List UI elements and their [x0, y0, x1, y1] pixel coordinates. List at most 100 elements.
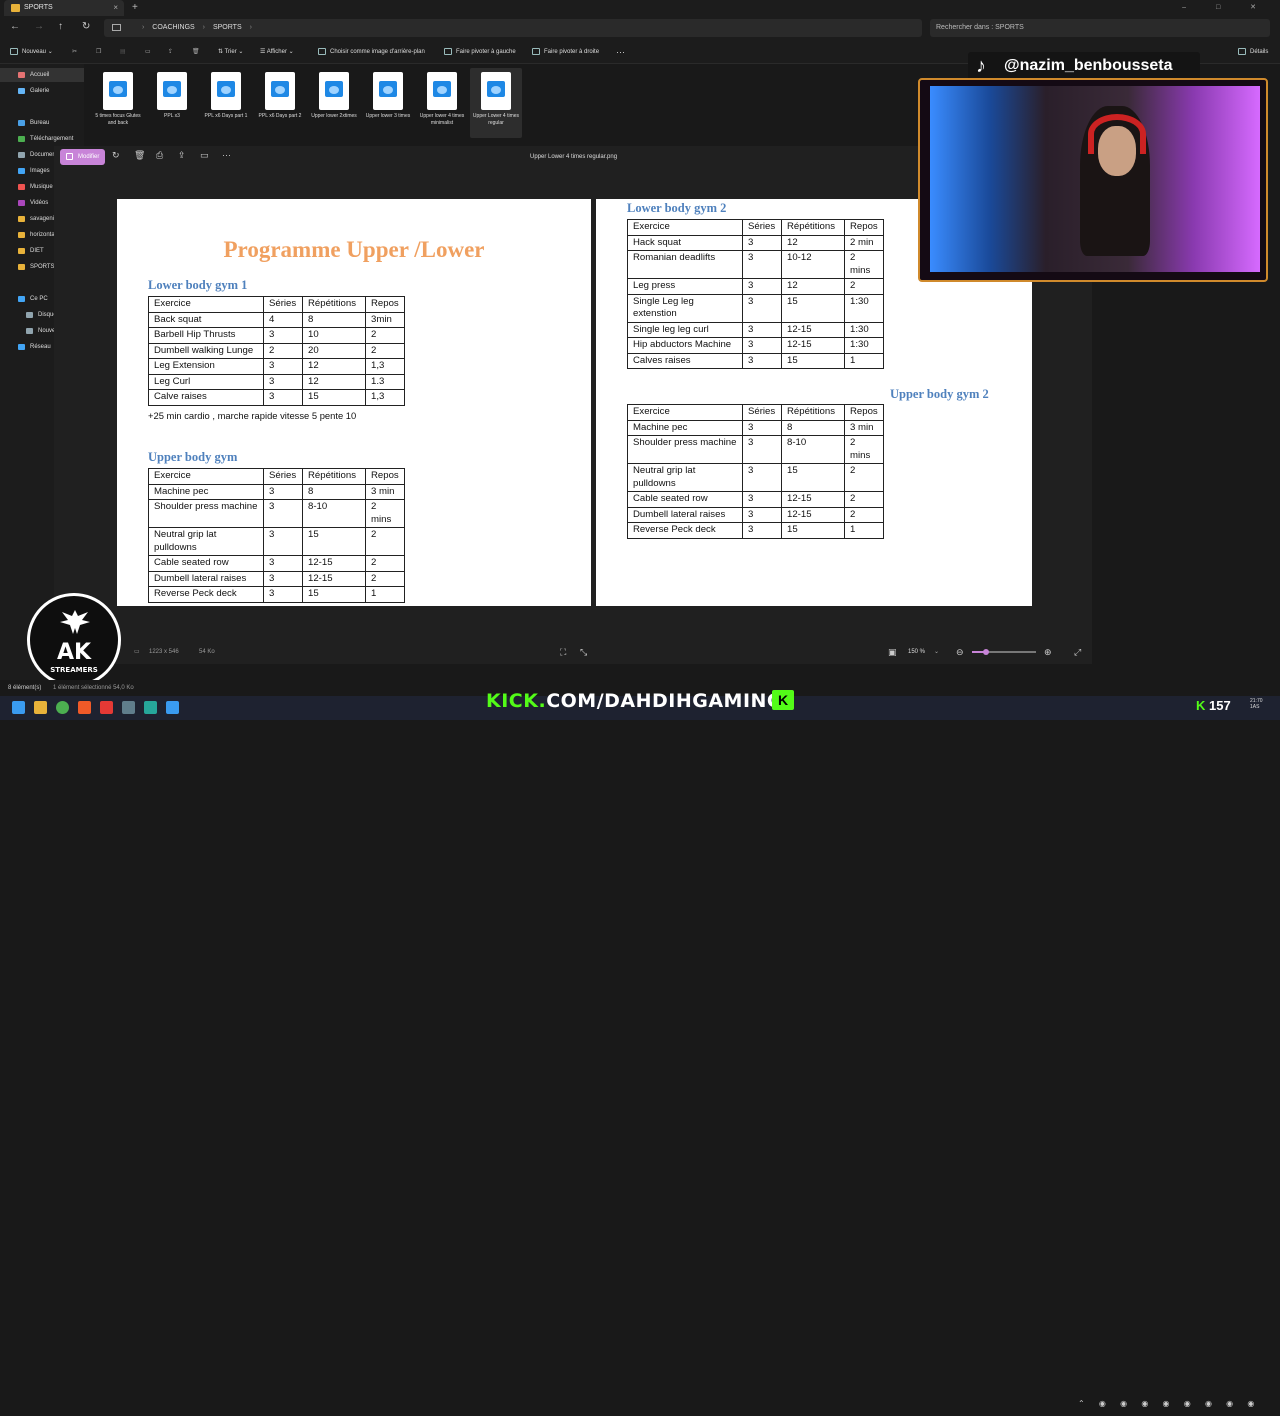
more-icon[interactable]: ··· [222, 150, 231, 160]
zoom-out-icon[interactable]: ⊖ [956, 640, 964, 664]
share-icon[interactable]: ⇪ [168, 40, 173, 64]
folder-icon [26, 312, 33, 318]
table-row: Machine pec 3 8 3 min [627, 419, 884, 436]
actual-size-icon[interactable]: ⤡ [580, 640, 587, 664]
paste-icon[interactable]: ▤ [120, 40, 126, 64]
folder-icon [18, 120, 25, 126]
zoom-in-icon[interactable]: ⊕ [1044, 640, 1052, 664]
table-cell: 12 [781, 278, 845, 295]
table-cell: Barbell Hip Thrusts [148, 327, 264, 344]
chrome-icon[interactable] [56, 701, 69, 714]
table-cell: 12 [302, 373, 366, 390]
sidebar-item[interactable]: Téléchargement [0, 132, 84, 146]
sidebar-item[interactable]: Bureau [0, 116, 84, 130]
app-icon[interactable] [144, 701, 157, 714]
pencil-icon [66, 153, 73, 160]
zoom-slider-thumb[interactable] [983, 649, 989, 655]
file-item[interactable]: Upper lower 4 times minimalist [416, 68, 468, 138]
kick-url-banner: KICK.COM/DAHDIHGAMING [486, 690, 784, 712]
file-item[interactable]: 5 times focus Glutes and back [92, 68, 144, 138]
breadcrumb[interactable]: › COACHINGS › SPORTS › [104, 19, 922, 37]
file-item[interactable]: PPL x6 Days part 2 [254, 68, 306, 138]
rename-icon[interactable]: ▭ [145, 40, 151, 64]
lower-body-2-table: Exercice Séries Répétitions Repos Hack squat… [627, 219, 884, 369]
refresh-icon[interactable]: ↻ [82, 21, 90, 32]
table-cell: 3 [263, 483, 303, 500]
table-cell: 1,3 [365, 358, 405, 375]
rotate-icon[interactable]: ↻ [112, 150, 120, 161]
file-item[interactable]: Upper Lower 4 times regular [470, 68, 522, 138]
explorer-icon[interactable] [34, 701, 47, 714]
file-item[interactable]: PPL x6 Days part 1 [200, 68, 252, 138]
chevron-down-icon[interactable]: ⌄ [934, 640, 939, 664]
table-cell: 20 [302, 342, 366, 359]
image-file-icon [427, 72, 457, 110]
cut-icon[interactable]: ✂ [72, 40, 77, 64]
table-row: Hack squat 3 12 2 min [627, 234, 884, 251]
forward-icon[interactable]: → [34, 21, 44, 32]
folder-icon [26, 328, 33, 334]
back-icon[interactable]: ← [10, 21, 20, 32]
copy-icon[interactable]: ❐ [96, 40, 101, 64]
share-icon[interactable]: ⇪ [178, 150, 186, 161]
rotate-right-button[interactable]: Faire pivoter à droite [532, 40, 599, 64]
app-icon[interactable] [122, 701, 135, 714]
file-item[interactable]: Upper lower 3 times [362, 68, 414, 138]
table-cell: 12 [781, 234, 845, 251]
search-input[interactable]: Rechercher dans : SPORTS [930, 19, 1270, 37]
table-cell: Neutral grip lat pulldowns [627, 463, 743, 492]
table-cell: 2 mins [365, 499, 405, 528]
sidebar-item[interactable]: Galerie [0, 84, 84, 98]
tab-sports[interactable]: SPORTS × [4, 0, 124, 16]
start-icon[interactable] [12, 701, 25, 714]
table-row: Leg Extension 3 12 1,3 [148, 358, 405, 375]
set-background-button[interactable]: Choisir comme image d'arrière-plan [318, 40, 425, 64]
image-file-icon [157, 72, 187, 110]
sidebar-item[interactable]: Accueil [0, 68, 84, 82]
up-icon[interactable]: ↑ [58, 21, 63, 32]
more-options-button[interactable]: ··· [616, 40, 625, 64]
table-row: Single Leg leg extenstion 3 15 1:30 [627, 293, 884, 323]
table-cell: 2 [365, 327, 405, 344]
sidebar-item-label: Musique [30, 184, 53, 190]
sort-button[interactable]: ⇅ Trier ⌄ [218, 40, 243, 64]
delete-icon[interactable]: 🗑 [134, 150, 145, 161]
fit-icon[interactable]: ⛶ [560, 640, 566, 664]
fullscreen-icon[interactable]: ▣ [888, 640, 897, 664]
zoom-level[interactable]: 150 % [908, 640, 925, 664]
new-tab-button[interactable]: + [132, 0, 138, 16]
expand-icon[interactable]: ⤢ [1074, 640, 1081, 664]
file-item[interactable]: PPL x3 [146, 68, 198, 138]
delete-icon[interactable]: 🗑 [192, 40, 200, 64]
table-cell: Répétitions [781, 404, 845, 421]
taskbar-clock[interactable]: 21:70 1AS [1250, 698, 1263, 710]
file-item[interactable]: Upper lower 2xtimes [308, 68, 360, 138]
app-icon[interactable] [100, 701, 113, 714]
breadcrumb-coachings[interactable]: COACHINGS [152, 24, 194, 31]
table-row: Neutral grip lat pulldowns 3 15 2 [627, 463, 884, 492]
photos-icon[interactable] [166, 701, 179, 714]
view-button[interactable]: ☰ Afficher ⌄ [260, 40, 294, 64]
table-cell: 15 [781, 293, 845, 323]
table-row: Neutral grip lat pulldowns 3 15 2 [148, 527, 405, 556]
table-row: Calves raises 3 15 1 [627, 352, 884, 369]
ak-streamers-logo: AK STREAMERS [27, 593, 121, 687]
rotate-left-button[interactable]: Faire pivoter à gauche [444, 40, 516, 64]
slideshow-icon[interactable]: ▭ [200, 150, 209, 161]
lower-body-2-heading: Lower body gym 2 [627, 201, 727, 215]
breadcrumb-sports[interactable]: SPORTS [213, 24, 242, 31]
new-button[interactable]: Nouveau ⌄ [10, 40, 53, 64]
window-controls[interactable]: – □ ✕ [1182, 0, 1270, 16]
details-button[interactable]: Détails [1238, 40, 1268, 64]
folder-icon [18, 184, 25, 190]
edit-button[interactable]: Modifier [60, 149, 105, 165]
brave-icon[interactable] [78, 701, 91, 714]
table-cell: 3 [742, 234, 782, 251]
print-icon[interactable]: ⎙ [156, 150, 163, 161]
table-cell: Exercice [148, 296, 264, 313]
address-bar: ← → ↑ ↻ › COACHINGS › SPORTS › Recherche… [0, 16, 1280, 40]
system-tray[interactable]: ⌃ ◉ ◉ ◉ ◉ ◉ ◉ ◉ ◉ [1078, 1392, 1260, 1416]
table-cell: 2 mins [844, 250, 884, 279]
close-tab-icon[interactable]: × [113, 0, 118, 16]
table-cell: 12-15 [781, 491, 845, 508]
